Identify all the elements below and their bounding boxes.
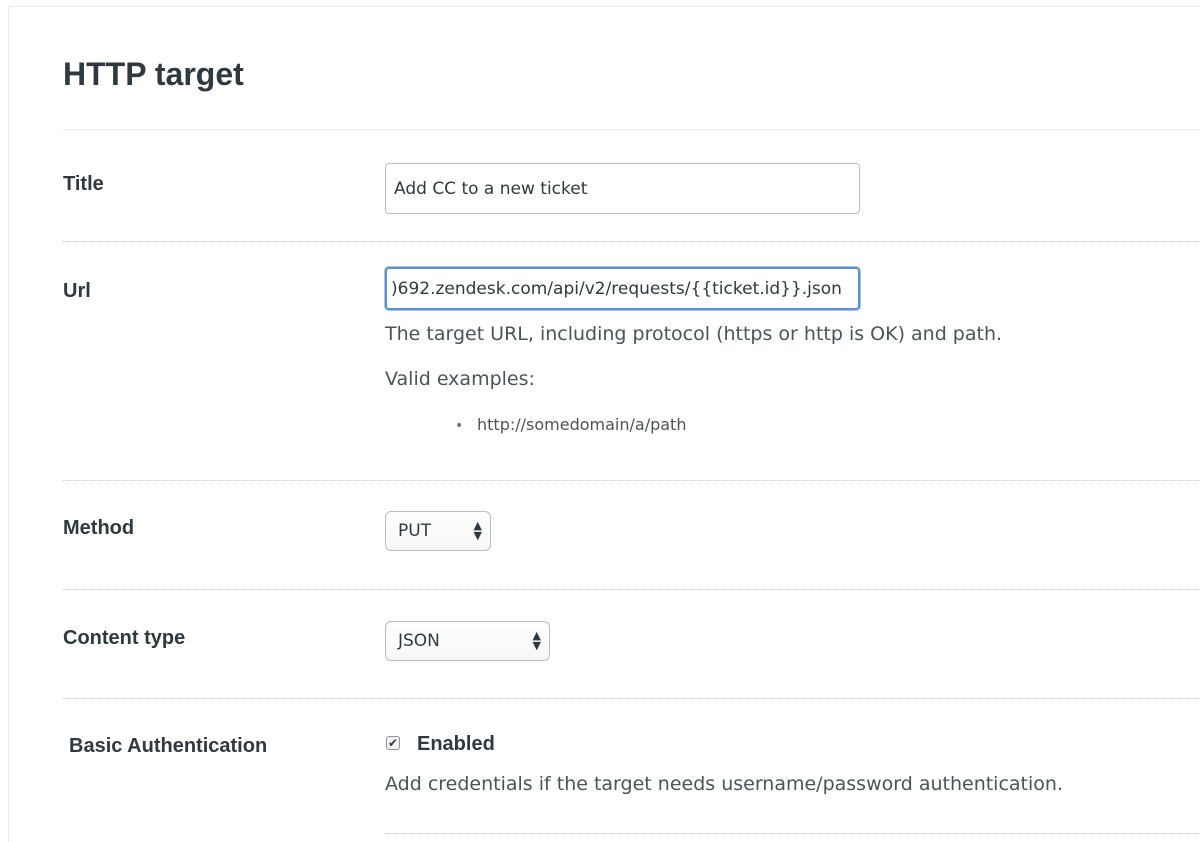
title-url-divider [63,241,1200,242]
method-content-type-divider [63,589,1200,590]
basic-auth-bottom-divider [385,833,1200,834]
url-input[interactable] [385,267,860,310]
url-method-divider [63,480,1200,481]
title-label: Title [63,173,104,195]
url-hint: The target URL, including protocol (http… [385,323,1003,345]
url-example-text: http://somedomain/a/path [477,415,687,434]
url-label: Url [63,280,91,302]
url-example-item: • http://somedomain/a/path [455,414,686,437]
checkmark-icon: ✔ [387,736,399,750]
http-target-form-page: HTTP target Title Url The target URL, in… [0,0,1200,842]
title-divider [63,129,1200,130]
content-type-label: Content type [63,627,186,649]
basic-auth-checkbox[interactable]: ✔ [386,736,400,750]
basic-auth-enabled-label[interactable]: Enabled [417,732,495,756]
up-down-chevron-icon: ▲ ▼ [532,629,541,652]
method-label: Method [63,517,135,539]
panel-left-border [8,6,9,842]
up-down-chevron-icon: ▲ ▼ [473,519,482,542]
page-title: HTTP target [63,56,244,92]
url-examples-list: • http://somedomain/a/path [455,414,686,437]
method-selected-value: PUT [398,521,432,541]
basic-auth-label: Basic Authentication [69,735,268,757]
panel-top-border [8,6,1200,7]
content-type-select[interactable]: JSON ▲ ▼ [385,621,550,661]
title-input[interactable] [385,163,860,214]
bullet-dot-icon: • [455,418,464,434]
content-type-auth-divider [63,698,1200,699]
content-type-selected-value: JSON [398,631,440,651]
method-select[interactable]: PUT ▲ ▼ [385,511,491,551]
basic-auth-hint: Add credentials if the target needs user… [385,773,1063,795]
url-examples-heading: Valid examples: [385,368,535,390]
